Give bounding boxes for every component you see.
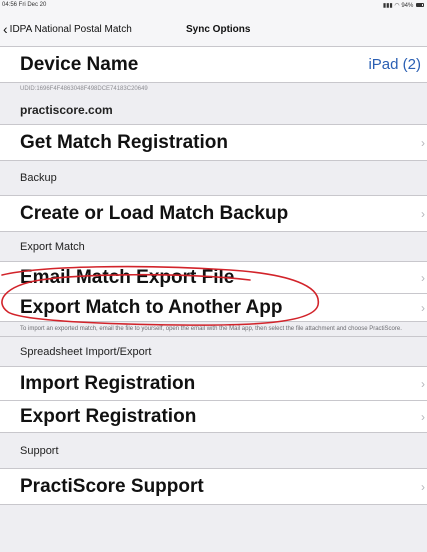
back-button-label: IDPA National Postal Match [9,23,132,35]
section-header-export-match: Export Match [0,232,427,262]
chevron-right-icon: › [421,206,425,221]
import-registration-label: Import Registration [20,372,196,394]
get-match-registration-label: Get Match Registration [20,131,228,153]
export-registration-row[interactable]: Export Registration › [0,401,427,433]
battery-icon [416,3,424,8]
chevron-right-icon: › [421,300,425,315]
section-header-spreadsheet: Spreadsheet Import/Export [0,337,427,367]
import-registration-row[interactable]: Import Registration › [0,367,427,401]
settings-list: Device Name iPad (2) UDID:1696F4F4863048… [0,47,427,505]
export-registration-label: Export Registration [20,405,197,427]
battery-percent: 94% [401,3,414,9]
chevron-right-icon: › [421,135,425,150]
get-match-registration-row[interactable]: Get Match Registration › [0,125,427,161]
email-match-export-row[interactable]: Email Match Export File › [0,262,427,294]
practiscore-support-row[interactable]: PractiScore Support › [0,469,427,505]
device-name-label: Device Name [20,53,139,75]
section-header-backup: Backup [0,161,427,196]
screen: 04:56 Fri Dec 20 ▮▮▮ ◠ 94% ‹ IDPA Nation… [0,0,427,552]
practiscore-support-label: PractiScore Support [20,475,204,497]
navigation-bar: ‹ IDPA National Postal Match Sync Option… [0,11,427,47]
email-match-export-label: Email Match Export File [20,266,235,288]
export-to-app-row[interactable]: Export Match to Another App › [0,294,427,322]
status-time: 04:56 Fri Dec 20 [2,2,47,8]
export-footnote: To import an exported match, email the f… [0,322,427,337]
back-chevron-icon: ‹ [3,21,8,37]
back-button[interactable]: ‹ IDPA National Postal Match [3,11,132,47]
export-to-app-label: Export Match to Another App [20,296,283,318]
create-load-backup-row[interactable]: Create or Load Match Backup › [0,196,427,232]
device-name-value: iPad (2) [368,56,421,73]
create-load-backup-label: Create or Load Match Backup [20,202,289,224]
section-header-practiscore: practiscore.com [0,95,427,125]
udid-text: UDID:1696F4F4863048F498DCE74183C20649 [0,83,427,95]
chevron-right-icon: › [421,479,425,494]
page-title: Sync Options [186,23,251,35]
section-header-support: Support [0,433,427,469]
chevron-right-icon: › [421,270,425,285]
status-indicators: ▮▮▮ ◠ 94% [383,2,424,9]
status-bar: 04:56 Fri Dec 20 ▮▮▮ ◠ 94% [0,0,427,11]
chevron-right-icon: › [421,409,425,424]
signal-icon: ▮▮▮ [382,3,395,9]
chevron-right-icon: › [421,376,425,391]
device-name-row[interactable]: Device Name iPad (2) [0,47,427,83]
